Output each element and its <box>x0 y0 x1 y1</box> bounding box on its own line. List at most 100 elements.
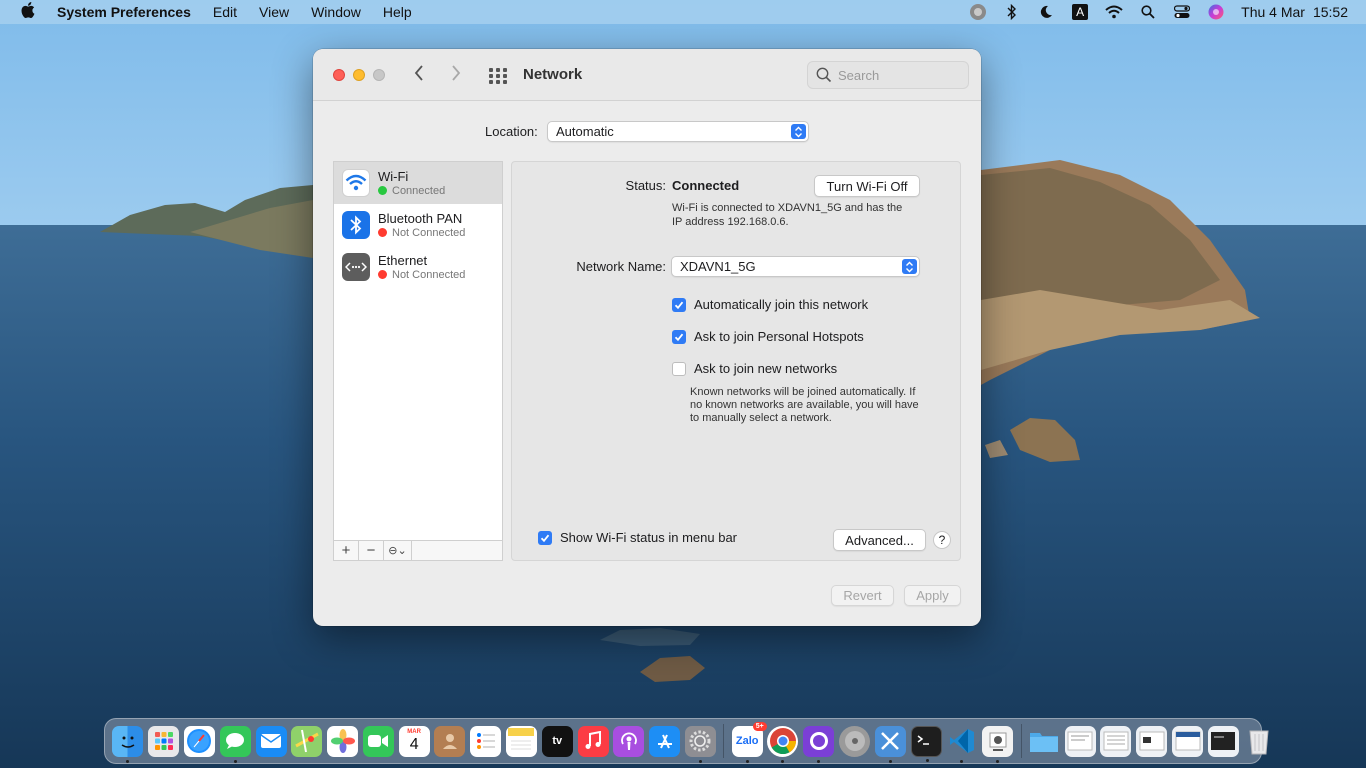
spotlight-icon[interactable] <box>1131 5 1165 19</box>
service-status-text: Not Connected <box>392 268 466 281</box>
dock-safari[interactable] <box>183 725 215 757</box>
apply-button[interactable]: Apply <box>904 585 961 606</box>
dock-preview[interactable] <box>982 725 1014 763</box>
dock-calendar[interactable]: MAR 4 <box>398 725 430 757</box>
service-status: Connected <box>378 184 445 198</box>
dock-downloads-folder[interactable] <box>1029 726 1060 757</box>
dock-disk-utility[interactable] <box>839 725 871 757</box>
add-service-button[interactable]: + <box>334 541 359 560</box>
show-all-grid-icon[interactable] <box>489 68 509 84</box>
forward-button[interactable] <box>450 64 462 85</box>
document-icon <box>1103 731 1129 751</box>
bluetooth-icon[interactable] <box>995 4 1029 20</box>
personal-hotspots-checkbox[interactable]: Ask to join Personal Hotspots <box>672 329 864 344</box>
input-source-icon[interactable]: A <box>1063 4 1097 20</box>
disk-utility-icon <box>844 731 865 751</box>
dock-podcasts[interactable] <box>613 725 645 757</box>
dock-launchpad[interactable] <box>148 725 180 757</box>
menu-edit[interactable]: Edit <box>202 4 248 20</box>
finder-icon <box>121 736 135 748</box>
menu-clock[interactable]: Thu 4 Mar 15:52 <box>1233 4 1366 20</box>
dock-reminders[interactable] <box>470 725 502 757</box>
new-networks-checkbox[interactable]: Ask to join new networks <box>672 361 837 376</box>
control-center-icon[interactable] <box>1165 5 1199 19</box>
status-dot <box>378 228 387 237</box>
dock-maps[interactable] <box>291 725 323 757</box>
service-name: Ethernet <box>378 252 428 268</box>
calendar-day: 4 <box>409 736 419 753</box>
bluetooth-icon <box>342 211 370 239</box>
siri-icon[interactable] <box>1199 4 1233 20</box>
wifi-icon[interactable] <box>1097 5 1131 19</box>
back-button[interactable] <box>413 64 425 85</box>
dock-music[interactable] <box>577 725 609 757</box>
contacts-icon <box>442 734 457 749</box>
dock-app-store[interactable] <box>649 725 681 757</box>
dock-messages[interactable] <box>219 725 251 763</box>
document-icon <box>1067 731 1093 751</box>
dock-vscode[interactable] <box>946 726 977 763</box>
dock-terminal[interactable] <box>910 725 942 762</box>
auto-join-checkbox[interactable]: Automatically join this network <box>672 297 868 312</box>
minimize-window-button[interactable] <box>353 69 365 81</box>
ethernet-icon <box>342 253 370 281</box>
zoom-window-button[interactable] <box>373 69 385 81</box>
dock: MAR 4 tv Zalo 5+ <box>104 718 1269 764</box>
menu-help[interactable]: Help <box>372 4 423 20</box>
zalo-label: Zalo <box>735 735 759 747</box>
dock-recent-window-4[interactable] <box>1172 725 1204 757</box>
dock-notes[interactable] <box>505 725 537 757</box>
dock-photos[interactable] <box>327 725 359 757</box>
dock-recent-window-3[interactable] <box>1136 725 1168 757</box>
dock-recent-window-1[interactable] <box>1064 725 1096 757</box>
dock-xcode-tools[interactable] <box>874 725 906 763</box>
location-value: Automatic <box>556 124 614 139</box>
dock-recent-window-2[interactable] <box>1100 725 1132 757</box>
dock-tv[interactable]: tv <box>541 725 573 757</box>
service-list: Wi-Fi Connected Bluetooth PAN Not Connec… <box>333 161 503 561</box>
menu-app-name[interactable]: System Preferences <box>56 4 202 20</box>
service-item-bluetooth-pan[interactable]: Bluetooth PAN Not Connected <box>334 204 502 246</box>
search-field[interactable]: Search <box>807 61 969 89</box>
menu-window[interactable]: Window <box>300 4 372 20</box>
service-name: Wi-Fi <box>378 168 409 184</box>
status-dot <box>378 186 387 195</box>
siri-orb-icon[interactable] <box>961 3 995 21</box>
service-action-menu-button[interactable]: ⊖⌄ <box>384 541 412 560</box>
service-item-ethernet[interactable]: Ethernet Not Connected <box>334 246 502 288</box>
service-item-wifi[interactable]: Wi-Fi Connected <box>334 162 502 204</box>
service-status-text: Not Connected <box>392 226 466 239</box>
checkbox-checked-icon <box>672 297 686 312</box>
dock-system-preferences[interactable] <box>684 725 716 763</box>
help-button[interactable]: ? <box>933 531 951 549</box>
dock-contacts[interactable] <box>434 725 466 757</box>
dock-zalo[interactable]: Zalo 5+ <box>731 721 767 763</box>
remove-service-button[interactable]: − <box>359 541 384 560</box>
dock-mail[interactable] <box>255 725 287 757</box>
show-wifi-status-checkbox[interactable]: Show Wi-Fi status in menu bar <box>538 530 737 545</box>
close-window-button[interactable] <box>333 69 345 81</box>
do-not-disturb-icon[interactable] <box>1029 5 1063 19</box>
service-status-text: Connected <box>392 184 446 197</box>
service-status: Not Connected <box>378 268 465 282</box>
location-popup[interactable]: Automatic <box>547 121 809 142</box>
menu-view[interactable]: View <box>248 4 300 20</box>
dock-trash[interactable] <box>1244 726 1275 757</box>
dock-finder[interactable] <box>112 725 144 763</box>
notes-icon <box>508 728 535 750</box>
dock-chrome[interactable] <box>767 725 799 763</box>
zalo-badge: 5+ <box>752 721 767 731</box>
revert-button[interactable]: Revert <box>831 585 894 606</box>
advanced-button[interactable]: Advanced... <box>833 529 926 551</box>
dock-separator <box>723 724 725 758</box>
checkbox-checked-icon <box>538 530 552 545</box>
location-row: Location: Automatic <box>313 121 981 143</box>
dock-facetime[interactable] <box>362 725 394 757</box>
maps-icon <box>295 729 319 753</box>
github-icon <box>809 732 828 750</box>
dock-recent-window-5[interactable] <box>1207 725 1239 757</box>
apple-menu-icon[interactable] <box>0 1 56 23</box>
dock-github-desktop[interactable] <box>803 725 835 763</box>
turn-wifi-off-button[interactable]: Turn Wi-Fi Off <box>814 175 920 197</box>
network-name-popup[interactable]: XDAVN1_5G <box>671 256 920 277</box>
